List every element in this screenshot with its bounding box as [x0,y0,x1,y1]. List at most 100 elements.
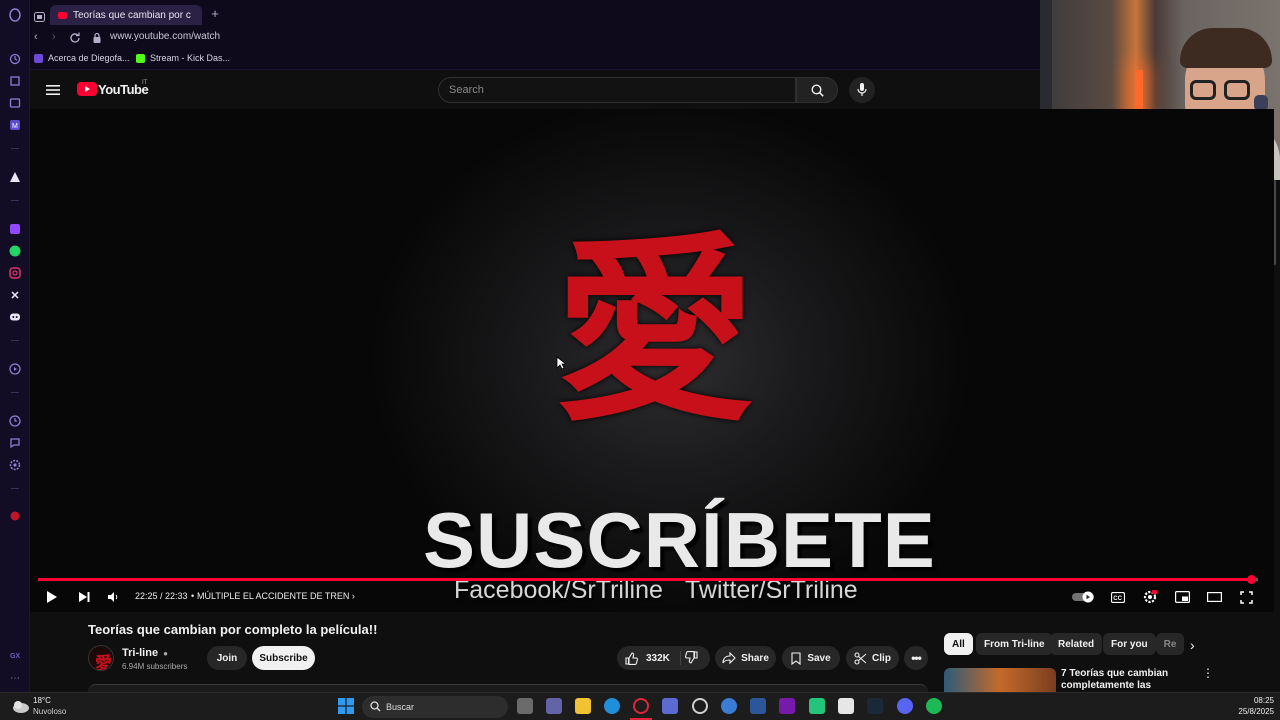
new-tab-button[interactable]: + [208,7,222,21]
bookmark-item[interactable]: Stream - Kick Das... [136,53,230,63]
channel-name[interactable]: Tri-line ● [122,647,168,659]
extension-badge-icon[interactable] [8,509,22,523]
join-button[interactable]: Join [207,646,247,670]
miniplayer-button[interactable] [1174,589,1190,605]
settings-gear-icon[interactable] [8,458,22,472]
chat-icon[interactable] [8,436,22,450]
tab-active[interactable]: Teorías que cambian por c [50,5,202,25]
sidebar-divider [11,488,19,489]
thumbs-up-icon[interactable] [625,651,638,665]
x-twitter-icon[interactable]: ✕ [8,288,22,302]
discord-icon[interactable] [8,310,22,324]
video-title: Teorías que cambian por completo la pelí… [88,622,378,637]
gx-control-icon[interactable] [8,74,22,88]
more-actions-button[interactable]: ••• [904,646,928,670]
store-icon[interactable] [662,698,678,714]
whatsapp-icon[interactable] [809,698,825,714]
twitch-icon[interactable] [8,222,22,236]
chip-for-you[interactable]: For you [1103,633,1156,655]
subtitles-button[interactable]: CC [1110,589,1126,605]
instagram-icon[interactable] [8,266,22,280]
messenger-app-icon[interactable]: M [8,118,22,132]
chip-all[interactable]: All [944,633,973,655]
volume-button[interactable] [105,589,121,605]
video-overlay-title: SUSCRÍBETE [423,496,936,584]
back-icon[interactable]: ‹ [34,31,38,43]
channel-avatar[interactable]: 愛 [88,645,114,671]
bookmark-icon [791,651,801,665]
bookmark-item[interactable]: Acerca de Diegofa... [34,53,130,63]
opera-logo-icon[interactable] [8,8,22,22]
search-icon [811,84,824,97]
spotify-icon[interactable] [926,698,942,714]
next-button[interactable] [76,589,92,605]
recommendation-thumbnail[interactable] [944,668,1056,692]
subscribe-button[interactable]: Subscribe [252,646,315,670]
clock-icon[interactable] [8,414,22,428]
edge-icon[interactable] [604,698,620,714]
word-icon[interactable] [750,698,766,714]
system-clock[interactable]: 08:25 25/8/2025 [1222,695,1274,717]
chip-related[interactable]: Related [1050,633,1103,655]
tab-list-icon[interactable] [34,9,45,22]
youtube-header: YouTube IT Search [30,71,1040,109]
onenote-icon[interactable] [779,698,795,714]
share-button[interactable]: Share [715,646,776,670]
url-field[interactable]: www.youtube.com/watch [110,31,220,42]
progress-scrubber[interactable] [1247,575,1256,584]
aria-icon[interactable] [8,170,22,184]
weather-condition: Nuvoloso [33,707,67,716]
save-label: Save [807,652,831,664]
autoplay-toggle[interactable] [1072,589,1096,605]
menu-icon[interactable] [46,83,60,95]
gx-corner-icon[interactable] [8,96,22,110]
chevron-right-icon[interactable]: › [1190,637,1195,653]
player-icon[interactable] [8,362,22,376]
capcut-icon[interactable] [838,698,854,714]
youtube-logo-text[interactable]: YouTube [98,82,149,97]
youtube-logo-icon[interactable] [77,82,97,96]
task-view-icon[interactable] [517,698,533,714]
search-icon [370,701,381,712]
save-button[interactable]: Save [782,646,840,670]
whatsapp-icon[interactable] [8,244,22,258]
chapter-title[interactable]: MÚLTIPLE EL ACCIDENTE DE TREN › [197,591,355,601]
theater-mode-button[interactable] [1206,589,1222,605]
chip-recent[interactable]: Re [1156,633,1184,655]
description-box[interactable] [88,684,928,692]
thumbs-down-icon[interactable] [685,651,698,667]
more-horizontal-icon: ••• [911,651,922,665]
search-button[interactable] [796,77,838,103]
reload-icon[interactable] [69,31,81,43]
fullscreen-button[interactable] [1238,589,1254,605]
bookmark-label: Stream - Kick Das... [150,53,231,63]
settings-button[interactable] [1142,589,1158,605]
search-input[interactable]: Search [438,77,796,103]
chip-from-channel[interactable]: From Tri-line [976,633,1053,655]
recommendation-title[interactable]: 7 Teorías que cambian completamente las … [1061,668,1191,692]
kebab-menu-icon[interactable]: ⋮ [1202,667,1214,679]
clip-button[interactable]: Clip [846,646,899,670]
channel-name-text: Tri-line [122,647,159,659]
play-button[interactable] [44,589,60,605]
like-count[interactable]: 332K [646,653,670,664]
youtube-favicon-icon [58,11,67,19]
vpn-icon[interactable] [721,698,737,714]
steam-icon[interactable] [867,698,883,714]
sidebar-divider [11,148,19,149]
more-icon[interactable]: ⋯ [8,671,22,685]
teams-icon[interactable] [546,698,562,714]
temperature: 18°C [33,696,51,705]
windows-start-icon[interactable] [338,698,354,714]
discord-icon[interactable] [897,698,913,714]
weather-widget[interactable]: 18°C Nuvoloso [10,695,100,719]
forward-icon[interactable]: › [52,31,56,43]
tab-strip: Teorías que cambian por c + [30,0,1040,28]
opera-gx-icon[interactable] [633,698,649,714]
taskbar: 18°C Nuvoloso Buscar 08:25 25/8/2025 [0,692,1280,720]
history-icon[interactable] [8,52,22,66]
chrome-icon[interactable] [692,698,708,714]
taskbar-search[interactable]: Buscar [362,696,508,718]
file-explorer-icon[interactable] [575,698,591,714]
voice-search-button[interactable] [849,77,875,103]
